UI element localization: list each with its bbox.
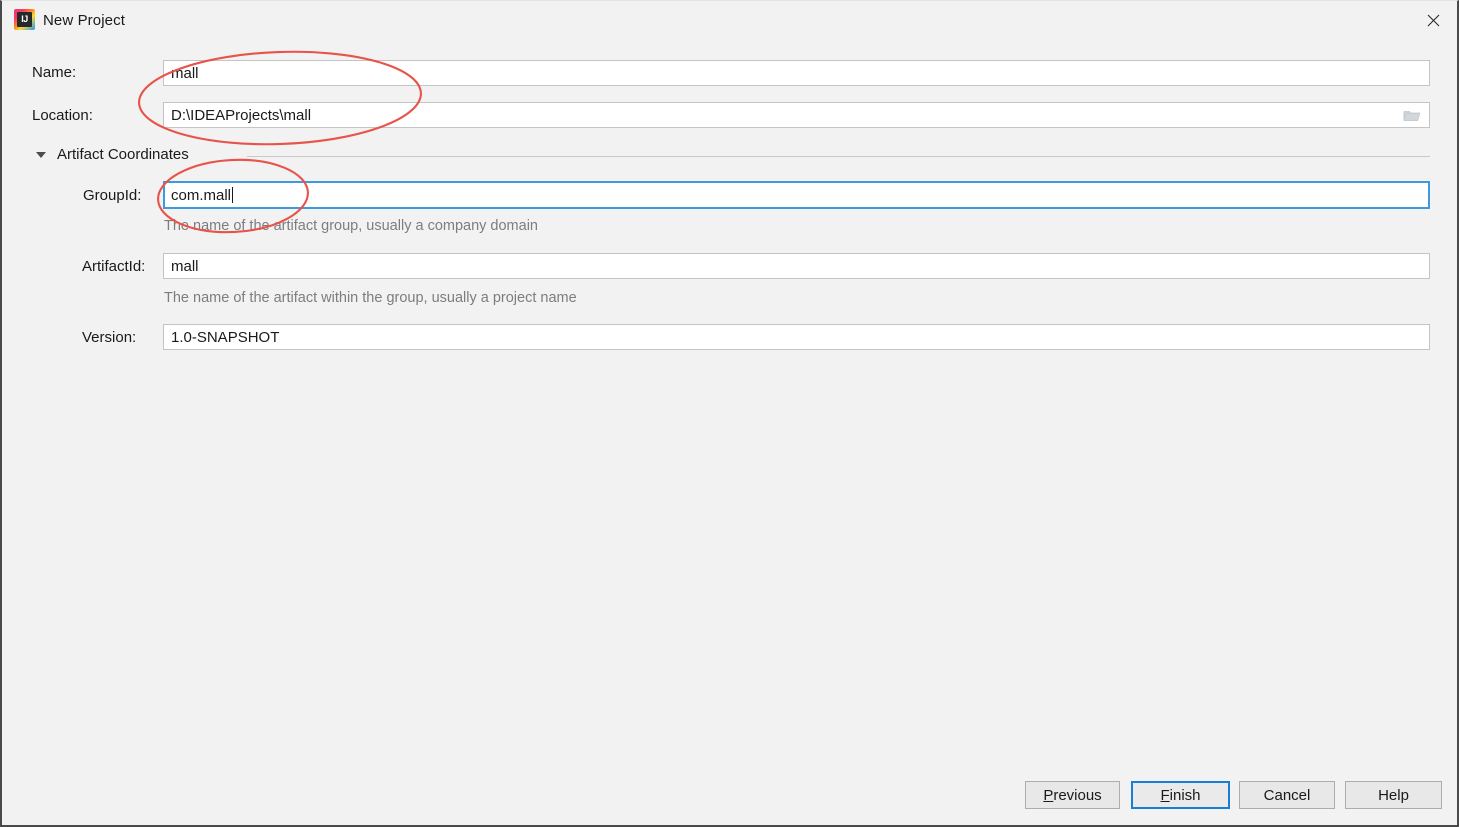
version-input[interactable]: 1.0-SNAPSHOT (163, 324, 1430, 350)
finish-button[interactable]: Finish (1131, 781, 1230, 809)
name-label: Name: (32, 64, 77, 81)
previous-button-mnemonic: P (1043, 786, 1054, 804)
artifactid-input-value: mall (171, 257, 199, 275)
text-caret (232, 187, 234, 203)
intellij-idea-icon: IJ (14, 9, 35, 30)
title-bar: IJ New Project (2, 1, 1457, 40)
folder-icon[interactable] (1403, 108, 1421, 123)
chevron-down-icon[interactable] (36, 152, 46, 158)
name-input-value: mall (171, 64, 199, 82)
window-title: New Project (43, 12, 125, 29)
artifactid-hint: The name of the artifact within the grou… (164, 290, 577, 306)
groupid-label: GroupId: (83, 187, 142, 204)
previous-button-label: revious (1053, 786, 1102, 804)
finish-button-mnemonic: F (1160, 786, 1170, 804)
groupid-hint: The name of the artifact group, usually … (164, 218, 538, 234)
groupid-input-value: com.mall (171, 186, 232, 204)
location-input-value: D:\IDEAProjects\mall (171, 106, 312, 124)
artifactid-label: ArtifactId: (82, 258, 146, 275)
artifactid-input[interactable]: mall (163, 253, 1430, 279)
new-project-dialog: IJ New Project Name: mall Location: D:\I… (0, 0, 1459, 827)
cancel-button-label: Cancel (1263, 786, 1311, 804)
finish-button-label: inish (1169, 786, 1201, 804)
artifact-coordinates-label: Artifact Coordinates (57, 146, 189, 163)
help-button-label: Help (1378, 786, 1409, 804)
cancel-button[interactable]: Cancel (1239, 781, 1335, 809)
previous-button[interactable]: Previous (1025, 781, 1120, 809)
version-label: Version: (82, 329, 137, 346)
location-label: Location: (32, 107, 93, 124)
name-input[interactable]: mall (163, 60, 1430, 86)
version-input-value: 1.0-SNAPSHOT (171, 328, 280, 346)
close-icon[interactable] (1410, 1, 1457, 39)
dialog-button-bar: Previous Finish Cancel Help (2, 775, 1457, 815)
artifact-coordinates-section-header[interactable]: Artifact Coordinates (36, 146, 1430, 165)
groupid-input[interactable]: com.mall (163, 181, 1430, 209)
help-button[interactable]: Help (1345, 781, 1442, 809)
location-input[interactable]: D:\IDEAProjects\mall (163, 102, 1430, 128)
app-icon-label: IJ (21, 14, 28, 24)
section-divider (247, 156, 1430, 157)
